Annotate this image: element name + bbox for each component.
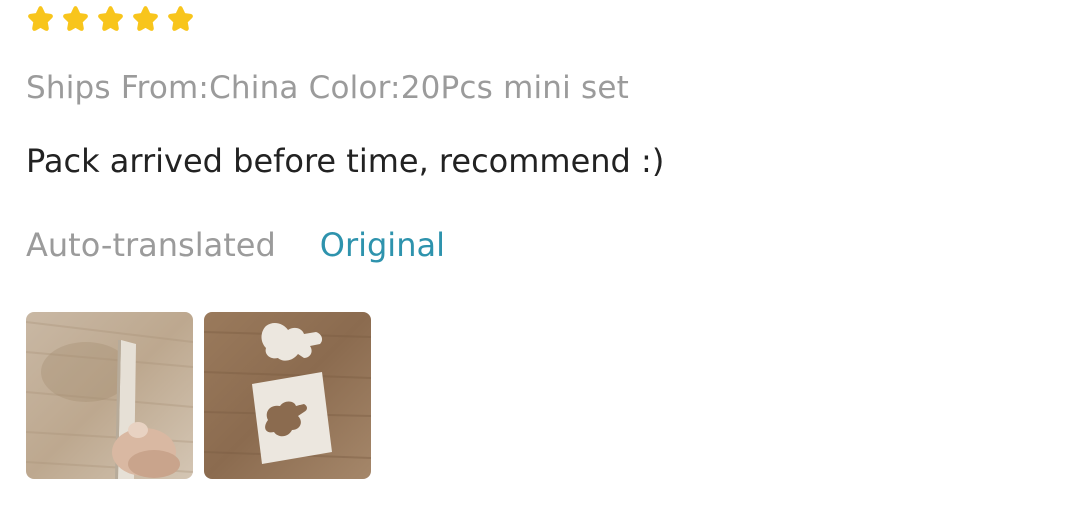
- star-icon: [28, 6, 53, 31]
- translation-toggle: Auto-translated Original: [26, 226, 445, 264]
- star-rating: [26, 4, 195, 33]
- review-text: Pack arrived before time, recommend :): [26, 142, 665, 180]
- color-label: Color:: [308, 70, 401, 106]
- review-photo-1[interactable]: [26, 312, 193, 479]
- ships-from-label: Ships From:: [26, 70, 210, 106]
- star-icon: [63, 6, 88, 31]
- review-photo-2[interactable]: [204, 312, 371, 479]
- color-value: 20Pcs mini set: [400, 70, 629, 106]
- review-photos: [26, 312, 371, 479]
- star-icon: [133, 6, 158, 31]
- auto-translated-label: Auto-translated: [26, 226, 276, 264]
- review-card: Ships From:China Color:20Pcs mini set Pac…: [0, 0, 1080, 510]
- photo-thumbnail-stencil-cutout: [204, 312, 371, 479]
- star-icon: [98, 6, 123, 31]
- ships-from-value: China: [209, 70, 299, 106]
- star-icon: [168, 6, 193, 31]
- original-link[interactable]: Original: [320, 226, 445, 264]
- photo-thumbnail-stencil-edge: [26, 312, 193, 479]
- product-variant-info: Ships From:China Color:20Pcs mini set: [26, 70, 629, 106]
